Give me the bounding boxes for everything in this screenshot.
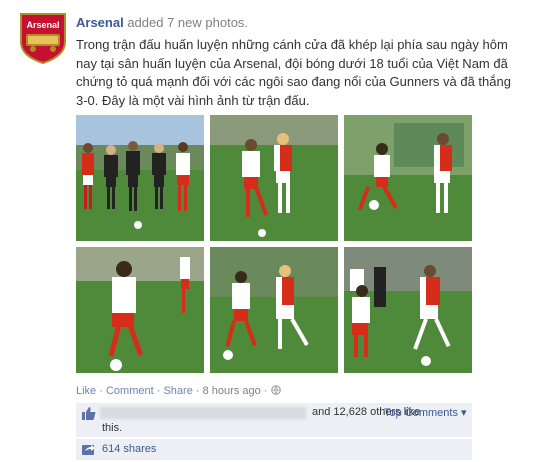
post-header: Arsenal added 7 new photos. <box>76 15 248 30</box>
photo-4[interactable] <box>76 247 204 373</box>
page-name-link[interactable]: Arsenal <box>76 15 124 30</box>
top-comments-dropdown[interactable]: Top Comments ▾ <box>384 406 467 419</box>
photo-3[interactable] <box>344 115 472 241</box>
like-thumb-icon <box>82 407 96 423</box>
comment-link[interactable]: Comment <box>106 385 154 397</box>
separator: · <box>99 385 103 397</box>
photo-5[interactable] <box>210 247 338 373</box>
privacy-globe-icon <box>270 385 281 397</box>
likes-count-text-continued: this. <box>102 422 123 434</box>
separator: · <box>263 385 268 397</box>
like-link[interactable]: Like <box>76 385 96 397</box>
share-link[interactable]: Share <box>163 385 192 397</box>
post-message: Trong trận đấu huấn luyện những cánh cửa… <box>76 37 511 108</box>
liker-names-redacted <box>100 407 306 419</box>
separator: · <box>195 385 200 397</box>
photo-1[interactable] <box>76 115 204 241</box>
page-avatar[interactable]: Arsenal <box>18 12 68 65</box>
post-actions: Like · Comment · Share · 8 hours ago · <box>76 385 281 397</box>
shares-box: 614 shares <box>76 439 472 460</box>
logo-wordmark: Arsenal <box>26 20 60 30</box>
shares-count-link[interactable]: 614 shares <box>102 443 156 455</box>
post-action-text: added 7 new photos. <box>127 15 249 30</box>
photo-2[interactable] <box>210 115 338 241</box>
share-icon <box>82 443 96 458</box>
photo-6[interactable] <box>344 247 472 373</box>
timestamp[interactable]: 8 hours ago <box>203 385 261 397</box>
likes-box: and 12,628 others like this. Top Comment… <box>76 403 472 437</box>
separator: · <box>156 385 161 397</box>
